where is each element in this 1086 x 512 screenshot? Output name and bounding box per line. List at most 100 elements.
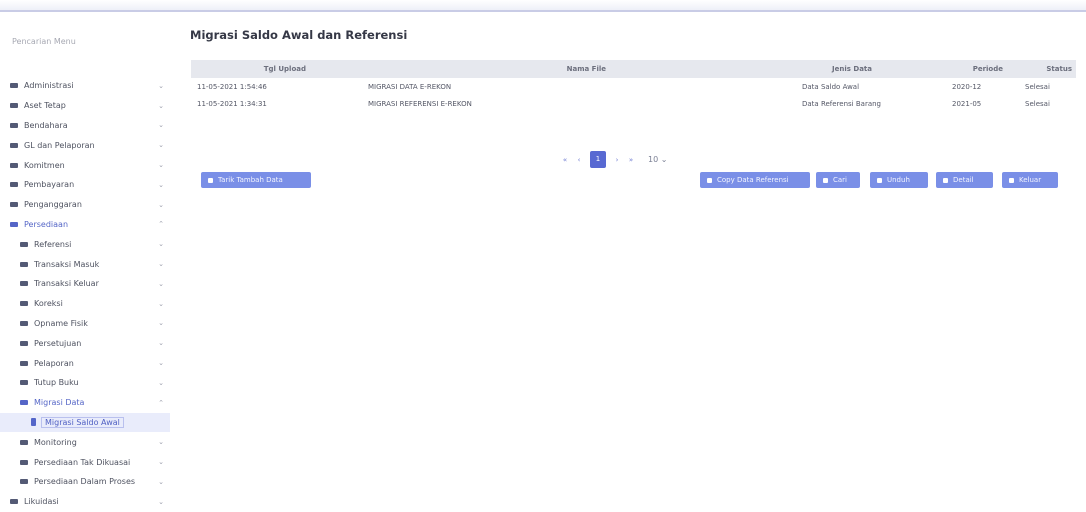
first-page-button[interactable]: «: [558, 156, 572, 164]
sidebar-item-pembayaran[interactable]: Pembayaran ⌄: [0, 175, 170, 195]
page-size-select[interactable]: 10 ⌄: [648, 155, 667, 164]
sidebar-item-koreksi[interactable]: Koreksi ⌄: [0, 294, 170, 314]
chevron-down-icon: ⌄: [158, 200, 164, 209]
sidebar-item-administrasi[interactable]: Administrasi ⌄: [0, 76, 170, 96]
menu-search-input[interactable]: Pencarian Menu: [6, 34, 167, 50]
column-header-nama-file[interactable]: Nama File: [366, 65, 632, 73]
page-size-value: 10: [648, 155, 659, 164]
chevron-down-icon: ⌄: [158, 260, 164, 269]
detail-button[interactable]: Detail: [936, 172, 993, 188]
chevron-down-icon: ⌄: [158, 141, 164, 150]
sidebar-item-bendahara[interactable]: Bendahara ⌄: [0, 116, 170, 136]
table-row[interactable]: 11-05-2021 1:54:46 MIGRASI DATA E-REKON …: [191, 78, 1076, 95]
folder-icon: [20, 281, 28, 287]
sidebar-item-label: Koreksi: [34, 299, 63, 309]
chevron-up-icon: ⌃: [158, 398, 164, 407]
cell-status: Selesai: [1025, 82, 1050, 91]
sidebar-item-label: Tutup Buku: [34, 378, 79, 388]
cell-status: Selesai: [1025, 99, 1050, 108]
sidebar-item-label: Persediaan Tak Dikuasai: [34, 457, 131, 467]
chevron-down-icon: ⌄: [158, 180, 164, 189]
detail-icon: [943, 177, 948, 183]
sidebar-item-tutup-buku[interactable]: Tutup Buku ⌄: [0, 373, 170, 393]
current-page-button[interactable]: 1: [590, 151, 606, 168]
cari-button[interactable]: Cari: [816, 172, 860, 188]
sidebar-item-gl-dan-pelaporan[interactable]: GL dan Pelaporan ⌄: [0, 135, 170, 155]
chevron-down-icon: ⌄: [158, 121, 164, 130]
cell-jenis-data: Data Saldo Awal: [802, 82, 860, 91]
column-header-periode[interactable]: Periode: [898, 65, 1015, 73]
sidebar-item-migrasi-saldo-awal[interactable]: Migrasi Saldo Awal: [0, 412, 170, 433]
sidebar-item-label: Migrasi Saldo Awal: [41, 416, 124, 428]
sidebar-item-label: Monitoring: [34, 437, 77, 447]
sidebar-item-label: Aset Tetap: [24, 101, 66, 111]
cell-tgl-upload: 11-05-2021 1:34:31: [197, 99, 267, 108]
sidebar-item-label: Transaksi Masuk: [34, 259, 100, 269]
folder-icon: [20, 261, 28, 267]
folder-icon: [10, 83, 18, 89]
sidebar-item-pelaporan[interactable]: Pelaporan ⌄: [0, 353, 170, 373]
file-icon: [31, 418, 36, 427]
sidebar-item-opname-fisik[interactable]: Opname Fisik ⌄: [0, 314, 170, 334]
sidebar-item-label: Persediaan Dalam Proses: [34, 477, 136, 487]
folder-icon: [20, 360, 28, 366]
sidebar-item-aset-tetap[interactable]: Aset Tetap ⌄: [0, 96, 170, 116]
folder-icon: [20, 459, 28, 465]
sidebar-item-label: Persetujuan: [34, 338, 82, 348]
sidebar-item-persediaan[interactable]: Persediaan ⌃: [0, 215, 170, 235]
folder-icon: [10, 103, 18, 109]
folder-icon: [10, 221, 18, 227]
sidebar-menu: Administrasi ⌄ Aset Tetap ⌄ Bendahara ⌄ GL …: [0, 76, 170, 512]
pagination: « ‹ 1 › » 10 ⌄: [558, 151, 667, 168]
table-row[interactable]: 11-05-2021 1:34:31 MIGRASI REFERENSI E-R…: [191, 95, 1076, 112]
column-header-tgl-upload[interactable]: Tgl Upload: [191, 65, 366, 73]
last-page-button[interactable]: »: [624, 156, 638, 164]
chevron-down-icon: ⌄: [158, 319, 164, 328]
sidebar-item-likuidasi[interactable]: Likuidasi ⌄: [0, 492, 170, 512]
prev-page-button[interactable]: ‹: [572, 156, 586, 164]
chevron-down-icon: ⌄: [158, 240, 164, 249]
folder-icon: [10, 142, 18, 148]
button-label: Unduh: [887, 176, 910, 184]
column-header-status[interactable]: Status: [1015, 65, 1076, 73]
table-header: Tgl Upload Nama File Jenis Data Periode …: [191, 60, 1076, 78]
sidebar-item-persediaan-dalam-proses[interactable]: Persediaan Dalam Proses ⌄: [0, 472, 170, 492]
unduh-button[interactable]: Unduh: [870, 172, 928, 188]
sidebar-item-transaksi-masuk[interactable]: Transaksi Masuk ⌄: [0, 254, 170, 274]
cell-jenis-data: Data Referensi Barang: [802, 99, 881, 108]
next-page-button[interactable]: ›: [610, 156, 624, 164]
tarik-tambah-data-button[interactable]: Tarik Tambah Data: [201, 172, 311, 188]
save-icon: [707, 177, 712, 183]
chevron-up-icon: ⌃: [158, 220, 164, 229]
chevron-down-icon: ⌄: [158, 81, 164, 90]
copy-data-referensi-button[interactable]: Copy Data Referensi: [700, 172, 810, 188]
chevron-down-icon: ⌄: [158, 497, 164, 506]
sidebar-item-transaksi-keluar[interactable]: Transaksi Keluar ⌄: [0, 274, 170, 294]
chevron-down-icon: ⌄: [158, 339, 164, 348]
column-header-jenis-data[interactable]: Jenis Data: [632, 65, 898, 73]
chevron-down-icon: ⌄: [158, 378, 164, 387]
sidebar-item-label: Referensi: [34, 239, 72, 249]
sidebar-item-komitmen[interactable]: Komitmen ⌄: [0, 155, 170, 175]
folder-icon: [20, 340, 28, 346]
sidebar-item-persetujuan[interactable]: Persetujuan ⌄: [0, 333, 170, 353]
sidebar-item-monitoring[interactable]: Monitoring ⌄: [0, 432, 170, 452]
cell-periode: 2021-05: [952, 99, 982, 108]
sidebar-item-migrasi-data[interactable]: Migrasi Data ⌃: [0, 393, 170, 413]
chevron-down-icon: ⌄: [158, 161, 164, 170]
sidebar-item-label: Transaksi Keluar: [34, 279, 99, 289]
folder-icon: [20, 241, 28, 247]
sidebar-item-label: Likuidasi: [24, 497, 59, 507]
folder-icon: [20, 301, 28, 307]
button-label: Cari: [833, 176, 847, 184]
folder-icon: [10, 499, 18, 505]
cell-nama-file: MIGRASI REFERENSI E-REKON: [368, 99, 472, 108]
keluar-button[interactable]: Keluar: [1002, 172, 1058, 188]
folder-icon: [20, 479, 28, 485]
folder-icon: [20, 439, 28, 445]
exit-icon: [1009, 177, 1014, 183]
sidebar-item-persediaan-tak-dikuasai[interactable]: Persediaan Tak Dikuasai ⌄: [0, 452, 170, 472]
sidebar-item-penganggaran[interactable]: Penganggaran ⌄: [0, 195, 170, 215]
chevron-down-icon: ⌄: [158, 299, 164, 308]
sidebar-item-referensi[interactable]: Referensi ⌄: [0, 234, 170, 254]
